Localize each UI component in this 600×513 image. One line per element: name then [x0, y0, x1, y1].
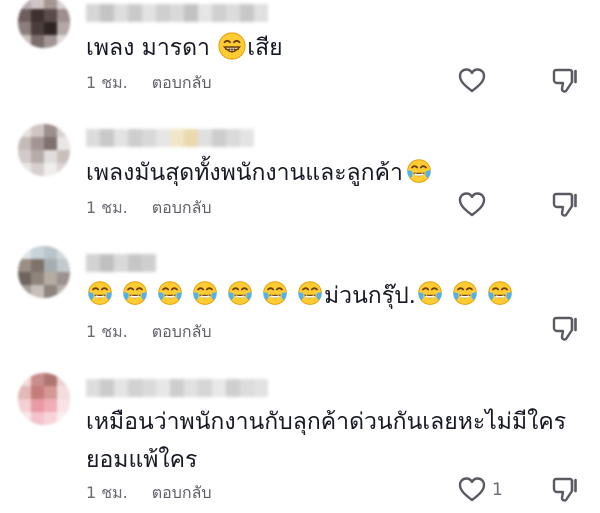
tears-of-joy-emoji-icon [416, 279, 444, 307]
like-button[interactable] [458, 191, 486, 219]
comment-text: ม่วนกรุ๊ป. [86, 277, 514, 315]
comment-text-part: เสีย [247, 35, 283, 61]
comment-text-line: ยอมแพ้ใคร [86, 447, 198, 473]
comment-meta: 1 ชม. ตอบกลับ [86, 481, 212, 506]
username-blurred[interactable] [86, 4, 268, 22]
comment-text: เหมือนว่าพนักงานกับลุกค้าด่วนกันเลยหะไม่… [86, 403, 566, 479]
tears-of-joy-emoji-icon [226, 279, 254, 307]
heart-outline-icon [458, 476, 486, 504]
tears-of-joy-emoji-icon [451, 279, 479, 307]
comment-time: 1 ชม. [86, 198, 128, 217]
comment-text: เพลงมันสุดทั้งพนักงานและลูกค้า [86, 154, 433, 192]
avatar[interactable] [18, 124, 70, 176]
tears-of-joy-emoji-icon [156, 279, 184, 307]
thumbs-down-icon[interactable] [551, 476, 579, 504]
grin-emoji-icon [217, 31, 247, 61]
comment-text-line: เหมือนว่าพนักงานกับลุกค้าด่วนกันเลยหะไม่… [86, 409, 567, 435]
emoji-group [86, 279, 324, 307]
avatar[interactable] [18, 373, 70, 425]
comment-meta: 1 ชม. ตอบกลับ [86, 320, 212, 345]
username-blurred[interactable] [86, 254, 156, 272]
comment-time: 1 ชม. [86, 73, 128, 92]
emoji-group [416, 279, 514, 307]
thumbs-down-icon[interactable] [551, 315, 579, 343]
username-blurred[interactable] [86, 129, 254, 147]
avatar[interactable] [18, 246, 70, 298]
comment-time: 1 ชม. [86, 322, 128, 341]
comment-meta: 1 ชม. ตอบกลับ [86, 196, 212, 221]
heart-outline-icon [458, 67, 486, 95]
tears-of-joy-emoji-icon [486, 279, 514, 307]
tears-of-joy-emoji-icon [191, 279, 219, 307]
reply-button[interactable]: ตอบกลับ [152, 481, 212, 506]
like-button[interactable]: 1 [458, 476, 503, 504]
comment-text-part: เพลงมันสุดทั้งพนักงานและลูกค้า [86, 160, 403, 186]
comment-meta: 1 ชม. ตอบกลับ [86, 71, 212, 96]
avatar[interactable] [18, 0, 70, 48]
thumbs-down-icon[interactable] [551, 67, 579, 95]
thumbs-down-icon[interactable] [551, 191, 579, 219]
like-count: 1 [492, 480, 503, 500]
comment-text: เพลง มารดา เสีย [86, 29, 283, 67]
reply-button[interactable]: ตอบกลับ [152, 196, 212, 221]
comment-text-part: เพลง มารดา [86, 35, 210, 61]
comment-text-part: ม่วนกรุ๊ป. [324, 283, 416, 309]
username-blurred[interactable] [86, 379, 268, 397]
heart-outline-icon [458, 191, 486, 219]
like-button[interactable] [458, 67, 486, 95]
reply-button[interactable]: ตอบกลับ [152, 320, 212, 345]
tears-of-joy-emoji-icon [121, 279, 149, 307]
tears-of-joy-emoji-icon [296, 279, 324, 307]
tears-of-joy-emoji-icon [86, 279, 114, 307]
comment-time: 1 ชม. [86, 483, 128, 502]
tears-of-joy-emoji-icon [405, 157, 433, 185]
tears-of-joy-emoji-icon [261, 279, 289, 307]
reply-button[interactable]: ตอบกลับ [152, 71, 212, 96]
